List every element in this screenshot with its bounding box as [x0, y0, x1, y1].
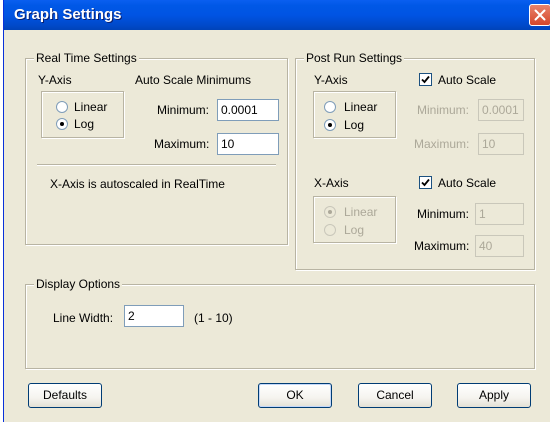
postrun-y-minimum-label: Minimum: — [417, 103, 470, 117]
checkmark-icon — [421, 178, 430, 187]
postrun-x-linear-label: Linear — [344, 205, 378, 219]
line-width-input[interactable]: 2 — [124, 305, 184, 327]
postrun-x-maximum-input: 40 — [475, 235, 524, 257]
ok-button[interactable]: OK — [258, 383, 332, 408]
realtime-autoscale-minimums-label: Auto Scale Minimums — [135, 73, 252, 87]
cancel-button[interactable]: Cancel — [358, 383, 432, 408]
postrun-xaxis-label: X-Axis — [314, 176, 349, 190]
postrun-y-maximum-input: 10 — [478, 133, 524, 155]
graph-settings-dialog: Graph Settings Real Time Settings Y-Axis… — [3, 0, 550, 422]
realtime-linear-radio[interactable] — [56, 101, 68, 113]
title-bar[interactable]: Graph Settings — [4, 0, 550, 30]
realtime-log-radio[interactable] — [56, 118, 68, 130]
postrun-x-log-label: Log — [344, 223, 365, 237]
realtime-maximum-input[interactable]: 10 — [217, 133, 279, 155]
close-button[interactable] — [529, 4, 550, 26]
realtime-yaxis-label: Y-Axis — [38, 73, 72, 87]
close-icon — [534, 9, 546, 21]
realtime-separator — [37, 164, 276, 165]
postrun-y-linear-label[interactable]: Linear — [344, 100, 377, 114]
realtime-xaxis-note: X-Axis is autoscaled in RealTime — [50, 177, 225, 191]
postrun-x-autoscale-checkbox[interactable] — [419, 176, 432, 189]
postrun-x-minimum-label: Minimum: — [417, 207, 470, 221]
display-options-group: Display Options — [25, 277, 535, 369]
realtime-minimum-label: Minimum: — [157, 103, 210, 117]
postrun-x-linear-radio — [324, 206, 336, 218]
apply-button[interactable]: Apply — [457, 383, 531, 408]
postrun-x-log-radio — [324, 224, 336, 236]
realtime-maximum-label: Maximum: — [154, 137, 210, 151]
realtime-minimum-input[interactable]: 0.0001 — [217, 99, 279, 121]
realtime-settings-title: Real Time Settings — [34, 51, 139, 65]
postrun-y-maximum-label: Maximum: — [414, 137, 470, 151]
realtime-linear-label[interactable]: Linear — [74, 100, 107, 114]
postrun-x-minimum-input: 1 — [475, 203, 524, 225]
postrun-settings-title: Post Run Settings — [304, 51, 405, 65]
line-width-range: (1 - 10) — [194, 311, 233, 325]
postrun-y-autoscale-checkbox[interactable] — [419, 73, 432, 86]
postrun-y-minimum-input: 0.0001 — [478, 99, 524, 121]
postrun-y-linear-radio[interactable] — [324, 101, 336, 113]
dialog-title: Graph Settings — [14, 6, 122, 23]
postrun-y-log-radio[interactable] — [324, 119, 336, 131]
realtime-log-label[interactable]: Log — [74, 117, 94, 131]
postrun-x-maximum-label: Maximum: — [414, 239, 470, 253]
checkmark-icon — [421, 75, 430, 84]
postrun-y-autoscale-label[interactable]: Auto Scale — [438, 73, 496, 87]
defaults-button[interactable]: Defaults — [28, 383, 102, 408]
postrun-x-autoscale-label[interactable]: Auto Scale — [438, 176, 496, 190]
display-options-title: Display Options — [34, 277, 123, 291]
postrun-yaxis-label: Y-Axis — [314, 73, 348, 87]
postrun-y-log-label[interactable]: Log — [344, 118, 364, 132]
line-width-label: Line Width: — [53, 311, 114, 325]
